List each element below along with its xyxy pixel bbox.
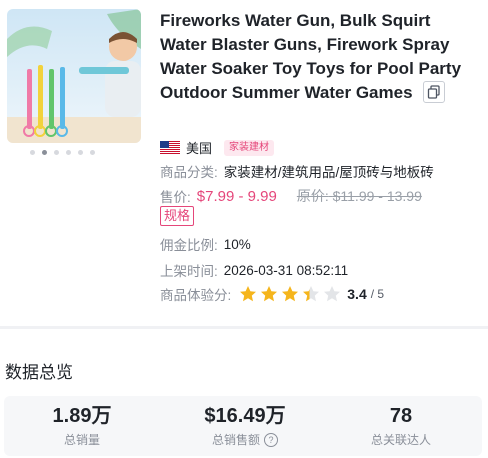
section-divider <box>0 326 488 329</box>
rating-label: 商品体验分: <box>160 288 232 303</box>
listed-time-label: 上架时间: <box>160 264 218 279</box>
commission-label: 佣金比例: <box>160 238 218 253</box>
price-row: 售价: $7.99 - 9.99 原价: $11.99 - 13.99 <box>160 186 422 206</box>
product-image[interactable] <box>7 9 141 143</box>
listed-time-value: 2026-03-31 08:52:11 <box>223 262 349 278</box>
carousel-dot[interactable] <box>66 150 71 155</box>
category-label: 商品分类: <box>160 165 218 180</box>
spec-tag[interactable]: 规格 <box>160 206 195 226</box>
stat-label: 总销量 <box>7 431 157 448</box>
star-icon <box>261 286 278 302</box>
product-region: 美国 家装建材 <box>160 138 275 157</box>
stat-value: 78 <box>389 405 413 427</box>
price-value: $7.99 - 9.99 <box>196 187 277 205</box>
original-price: 原价: $11.99 - 13.99 <box>297 186 422 206</box>
carousel-dot[interactable] <box>54 150 59 155</box>
copy-icon[interactable] <box>422 80 445 103</box>
overview-title: 数据总览 <box>5 363 73 382</box>
product-title: Fireworks Water Gun, Bulk Squirt Water B… <box>160 9 480 105</box>
product-photo <box>7 9 141 143</box>
category-row: 商品分类: 家装建材/建筑用品/屋顶砖与地板砖 <box>160 161 434 181</box>
star-icon <box>240 286 257 302</box>
rating-max: / 5 <box>370 287 385 301</box>
stat-label: 总销售额? <box>170 431 320 448</box>
price-label: 售价: <box>160 190 191 205</box>
star-icon <box>303 286 320 302</box>
original-price-value: $11.99 - 13.99 <box>332 188 422 204</box>
rating-stars <box>239 285 341 303</box>
overview-stats-panel: 1.89万 总销量 $16.49万 总销售额? 78 总关联达人 <box>4 396 482 456</box>
carousel-dot[interactable] <box>90 150 95 155</box>
stat-label-text: 总销售额 <box>211 433 260 447</box>
stat-value: $16.49万 <box>204 405 286 427</box>
category-badge: 家装建材 <box>224 139 275 156</box>
rating-score: 3.4 <box>347 286 367 302</box>
carousel-dot[interactable] <box>30 150 35 155</box>
stat-total-revenue: $16.49万 总销售额? <box>170 404 320 448</box>
carousel-dot[interactable] <box>78 150 83 155</box>
commission-value: 10% <box>223 236 251 252</box>
star-icon <box>324 286 341 302</box>
us-flag-icon <box>160 141 180 154</box>
commission-row: 佣金比例: 10% <box>160 234 251 254</box>
product-card: Fireworks Water Gun, Bulk Squirt Water B… <box>0 0 488 320</box>
product-title-text: Fireworks Water Gun, Bulk Squirt Water B… <box>160 11 462 102</box>
region-name: 美国 <box>186 141 213 156</box>
listed-time-row: 上架时间: 2026-03-31 08:52:11 <box>160 260 348 280</box>
stat-label-text: 总关联达人 <box>370 433 431 447</box>
star-icon <box>282 286 299 302</box>
category-value[interactable]: 家装建材/建筑用品/屋顶砖与地板砖 <box>224 161 434 181</box>
stat-label: 总关联达人 <box>326 431 476 448</box>
stat-label-text: 总销量 <box>63 433 100 447</box>
stat-total-sales: 1.89万 总销量 <box>7 404 157 448</box>
rating-row: 商品体验分: 3.4 / 5 <box>160 284 384 304</box>
image-carousel-dots[interactable] <box>30 150 95 155</box>
stat-total-creators: 78 总关联达人 <box>326 404 476 448</box>
carousel-dot[interactable] <box>42 150 47 155</box>
stat-value: 1.89万 <box>52 405 112 427</box>
help-icon[interactable]: ? <box>264 432 278 447</box>
original-price-label: 原价: <box>296 188 329 204</box>
